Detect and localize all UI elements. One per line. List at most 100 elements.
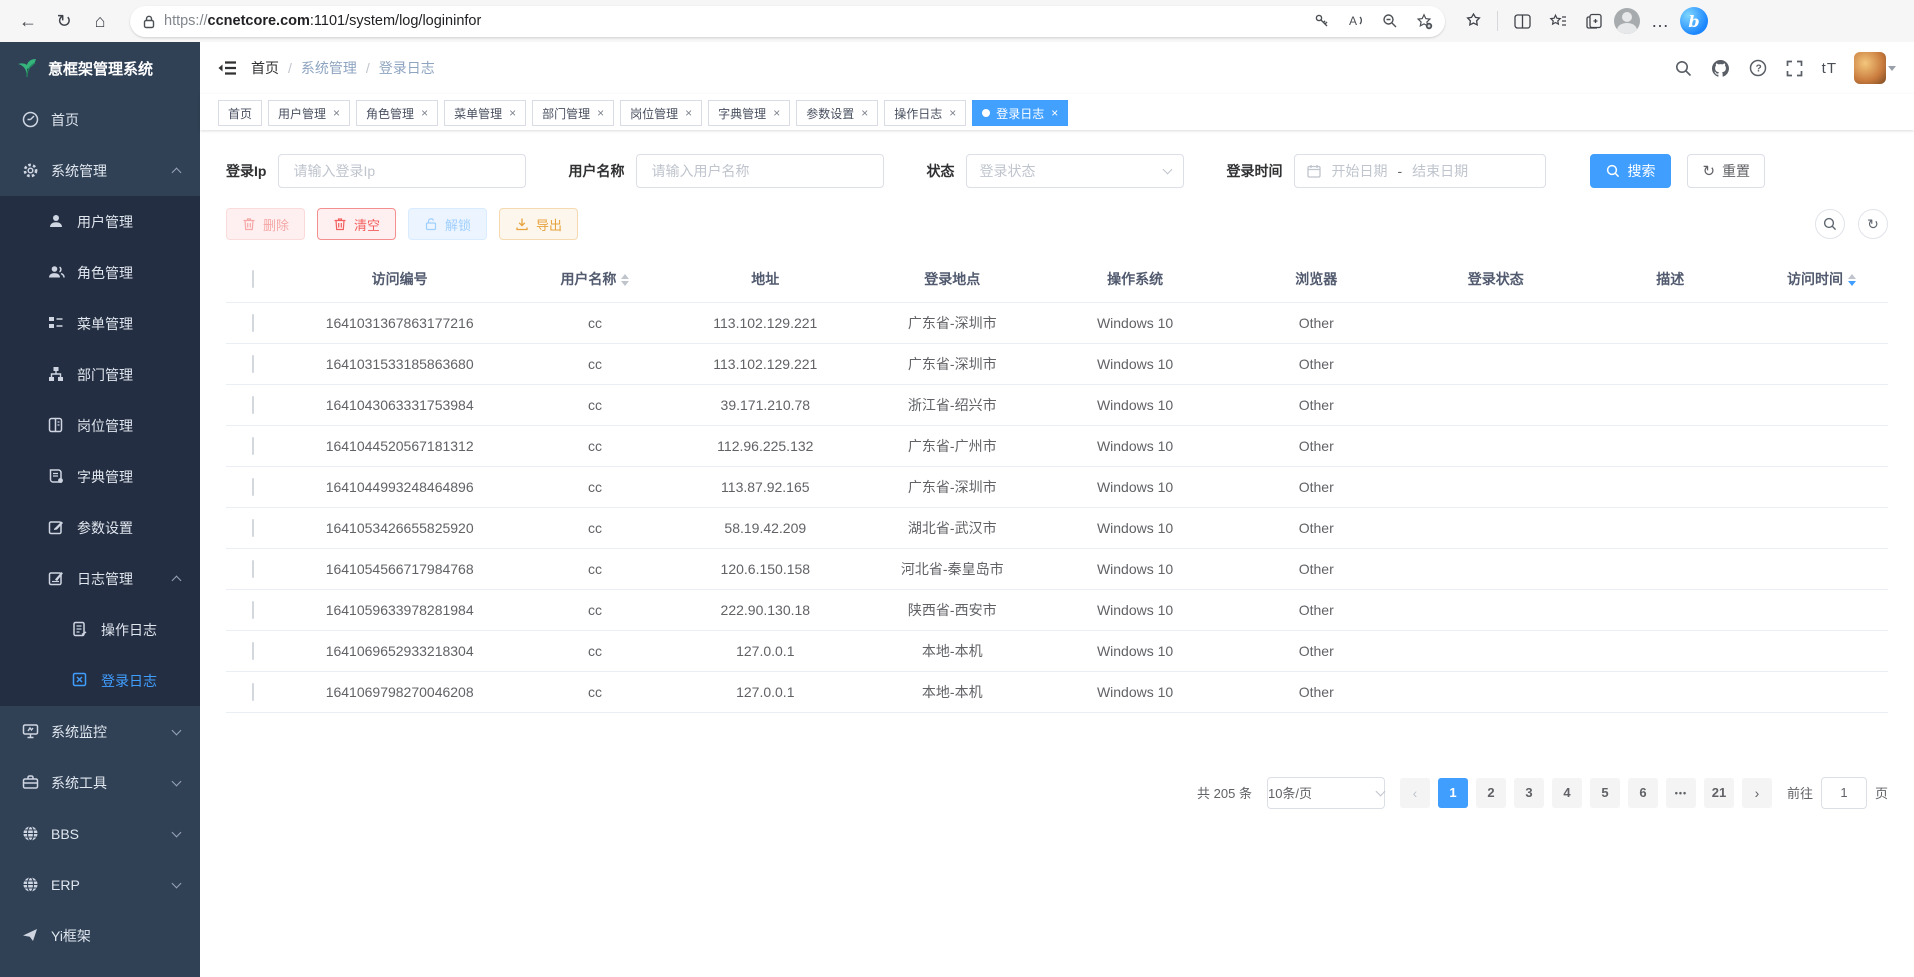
github-icon[interactable] [1711, 58, 1731, 78]
login-ip-field[interactable] [291, 162, 513, 180]
zoom-out-icon[interactable] [1375, 6, 1405, 36]
tab-dict-mgmt[interactable]: 字典管理× [708, 100, 790, 126]
row-checkbox[interactable] [252, 478, 254, 496]
table-row[interactable]: 1641043063331753984 cc 39.171.210.78 浙江省… [226, 384, 1888, 425]
table-row[interactable]: 1641044993248464896 cc 113.87.92.165 广东省… [226, 466, 1888, 507]
sidebar-item-roles[interactable]: 角色管理 [0, 247, 200, 298]
lock-icon[interactable] [142, 14, 156, 29]
table-row[interactable]: 1641069798270046208 cc 127.0.0.1 本地-本机 W… [226, 671, 1888, 712]
select-all-checkbox[interactable] [252, 270, 254, 288]
breadcrumb-home[interactable]: 首页 [251, 58, 279, 78]
unlock-button[interactable]: 解锁 [408, 208, 487, 240]
sort-icon[interactable] [621, 274, 629, 286]
sidebar-item-monitoring[interactable]: 系统监控 [0, 706, 200, 757]
sidebar-item-yi-framework[interactable]: Yi框架 [0, 910, 200, 961]
show-search-toggle-button[interactable] [1815, 209, 1845, 239]
favorites-icon[interactable] [1542, 5, 1574, 37]
sort-icon[interactable] [1848, 274, 1856, 286]
row-checkbox[interactable] [252, 642, 254, 660]
breadcrumb-system[interactable]: 系统管理 [301, 58, 357, 78]
refresh-table-button[interactable]: ↻ [1858, 209, 1888, 239]
close-icon[interactable]: × [509, 106, 516, 120]
page-button-3[interactable]: 3 [1514, 778, 1544, 808]
next-page-button[interactable]: › [1742, 778, 1772, 808]
sidebar-item-posts[interactable]: 岗位管理 [0, 400, 200, 451]
search-button[interactable]: 搜索 [1590, 154, 1671, 188]
sidebar-item-menus[interactable]: 菜单管理 [0, 298, 200, 349]
user-avatar[interactable] [1854, 52, 1896, 84]
password-key-icon[interactable] [1307, 6, 1337, 36]
table-row[interactable]: 1641069652933218304 cc 127.0.0.1 本地-本机 W… [226, 630, 1888, 671]
table-row[interactable]: 1641044520567181312 cc 112.96.225.132 广东… [226, 425, 1888, 466]
row-checkbox[interactable] [252, 437, 254, 455]
row-checkbox[interactable] [252, 519, 254, 537]
close-icon[interactable]: × [333, 106, 340, 120]
browser-profile-avatar[interactable] [1614, 8, 1640, 34]
url-text[interactable]: https://ccnetcore.com:1101/system/log/lo… [164, 13, 1299, 29]
sidebar-item-dictionary[interactable]: 字典管理 [0, 451, 200, 502]
page-size-select[interactable]: 10条/页 [1267, 777, 1385, 809]
fullscreen-icon[interactable] [1785, 58, 1805, 78]
browser-home-icon[interactable]: ⌂ [84, 5, 116, 37]
login-ip-input[interactable] [278, 154, 526, 188]
avatar[interactable] [1854, 52, 1886, 84]
menu-fold-icon[interactable] [218, 60, 237, 76]
table-row[interactable]: 1641059633978281984 cc 222.90.130.18 陕西省… [226, 589, 1888, 630]
sidebar-item-parameters[interactable]: 参数设置 [0, 502, 200, 553]
tab-post-mgmt[interactable]: 岗位管理× [620, 100, 702, 126]
row-checkbox[interactable] [252, 560, 254, 578]
tab-menu-mgmt[interactable]: 菜单管理× [444, 100, 526, 126]
sidebar-item-tools[interactable]: 系统工具 [0, 757, 200, 808]
tab-param-settings[interactable]: 参数设置× [796, 100, 878, 126]
export-button[interactable]: 导出 [499, 208, 578, 240]
row-checkbox[interactable] [252, 601, 254, 619]
split-screen-icon[interactable] [1506, 5, 1538, 37]
col-time[interactable]: 访问时间 [1755, 256, 1888, 302]
page-button-5[interactable]: 5 [1590, 778, 1620, 808]
help-icon[interactable]: ? [1748, 58, 1768, 78]
clear-button[interactable]: 清空 [317, 208, 396, 240]
table-row[interactable]: 1641031533185863680 cc 113.102.129.221 广… [226, 343, 1888, 384]
collections-icon[interactable] [1578, 5, 1610, 37]
page-button-2[interactable]: 2 [1476, 778, 1506, 808]
row-checkbox[interactable] [252, 683, 254, 701]
browser-back-icon[interactable]: ← [12, 5, 44, 37]
page-button-6[interactable]: 6 [1628, 778, 1658, 808]
tab-operation-log[interactable]: 操作日志× [884, 100, 966, 126]
prev-page-button[interactable]: ‹ [1400, 778, 1430, 808]
goto-page-input[interactable] [1821, 777, 1867, 809]
status-select[interactable]: 登录状态 [966, 154, 1184, 188]
table-row[interactable]: 1641031367863177216 cc 113.102.129.221 广… [226, 302, 1888, 343]
close-icon[interactable]: × [861, 106, 868, 120]
tab-login-log[interactable]: 登录日志× [972, 100, 1068, 126]
bing-chat-icon[interactable]: b [1680, 7, 1708, 35]
table-row[interactable]: 1641054566717984768 cc 120.6.150.158 河北省… [226, 548, 1888, 589]
close-icon[interactable]: × [685, 106, 692, 120]
reset-button[interactable]: ↻ 重置 [1687, 154, 1765, 188]
close-icon[interactable]: × [421, 106, 428, 120]
more-pages-button[interactable]: ••• [1666, 778, 1696, 808]
close-icon[interactable]: × [597, 106, 604, 120]
user-name-field[interactable] [649, 162, 871, 180]
tab-home[interactable]: 首页 [218, 100, 262, 126]
sidebar-item-departments[interactable]: 部门管理 [0, 349, 200, 400]
address-bar[interactable]: https://ccnetcore.com:1101/system/log/lo… [130, 6, 1445, 37]
table-row[interactable]: 1641053426655825920 cc 58.19.42.209 湖北省-… [226, 507, 1888, 548]
sidebar-item-erp[interactable]: ERP [0, 859, 200, 910]
col-user-name[interactable]: 用户名称 [520, 256, 670, 302]
page-button-4[interactable]: 4 [1552, 778, 1582, 808]
tab-user-mgmt[interactable]: 用户管理× [268, 100, 350, 126]
sidebar-item-users[interactable]: 用户管理 [0, 196, 200, 247]
browser-shapes-icon[interactable] [1457, 5, 1489, 37]
sidebar-item-operation-log[interactable]: 操作日志 [0, 604, 200, 655]
sidebar-item-home[interactable]: 首页 [0, 94, 200, 145]
read-aloud-icon[interactable]: A [1341, 6, 1371, 36]
sidebar-item-system[interactable]: 系统管理 [0, 145, 200, 196]
page-button-1[interactable]: 1 [1438, 778, 1468, 808]
page-button-21[interactable]: 21 [1704, 778, 1734, 808]
row-checkbox[interactable] [252, 314, 254, 332]
header-search-icon[interactable] [1674, 58, 1694, 78]
font-size-icon[interactable]: tT [1822, 60, 1837, 77]
row-checkbox[interactable] [252, 396, 254, 414]
user-name-input[interactable] [636, 154, 884, 188]
